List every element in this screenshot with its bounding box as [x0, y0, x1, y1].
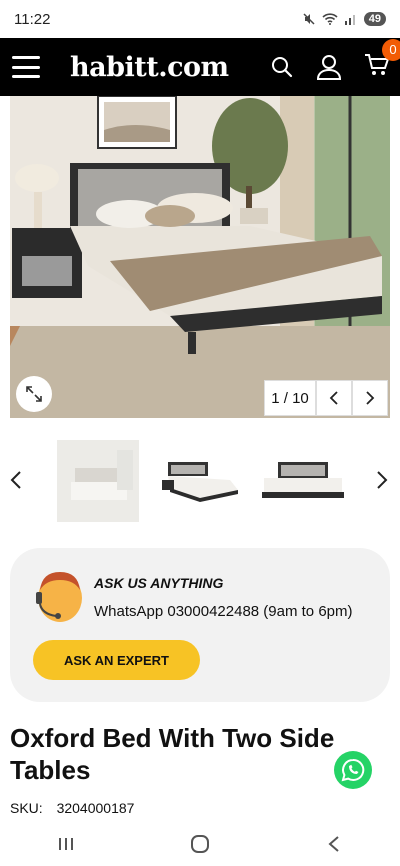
thumbnail-3[interactable]	[262, 440, 344, 522]
wifi-icon	[322, 13, 338, 25]
whatsapp-icon	[341, 758, 365, 782]
status-icons: 49	[302, 12, 386, 26]
user-icon[interactable]	[316, 54, 342, 80]
system-nav-bar	[0, 822, 400, 866]
whatsapp-fab[interactable]	[334, 751, 372, 789]
ask-us-card: ASK US ANYTHING WhatsApp 03000422488 (9a…	[10, 548, 390, 702]
chevron-left-icon	[329, 391, 338, 405]
cart-count-badge: 0	[382, 38, 400, 61]
gallery-next-button[interactable]	[352, 380, 388, 416]
sku-label: SKU:	[10, 800, 43, 816]
support-agent-icon	[36, 572, 82, 622]
status-time: 11:22	[14, 10, 51, 28]
status-bar: 11:22 49	[0, 0, 400, 38]
ask-title: ASK US ANYTHING	[94, 575, 224, 591]
search-icon[interactable]	[270, 55, 294, 79]
thumbnail-strip	[0, 438, 400, 524]
thumbnail-2[interactable]	[160, 440, 242, 522]
thumbnail-1[interactable]	[57, 440, 139, 522]
header-actions: 0	[270, 38, 400, 82]
sku-value: 3204000187	[56, 800, 135, 816]
chevron-left-icon	[10, 471, 21, 489]
thumbs-next-button[interactable]	[372, 468, 392, 492]
gallery-prev-button[interactable]	[316, 380, 352, 416]
cart-button[interactable]: 0	[364, 38, 400, 82]
bedroom-photo	[10, 96, 390, 418]
battery-indicator: 49	[363, 12, 386, 26]
zoom-button[interactable]	[16, 376, 52, 412]
site-logo[interactable]: habitt.com	[70, 52, 229, 83]
gallery-controls: 1 / 10	[264, 380, 388, 416]
gallery-counter: 1 / 10	[264, 380, 316, 416]
chevron-right-icon	[366, 391, 375, 405]
site-header: habitt.com 0	[0, 38, 400, 96]
menu-icon[interactable]	[12, 56, 40, 78]
ask-expert-button[interactable]: ASK AN EXPERT	[33, 640, 200, 680]
mute-icon	[303, 13, 315, 25]
home-icon[interactable]	[189, 833, 211, 855]
whatsapp-contact[interactable]: WhatsApp 03000422488 (9am to 6pm)	[94, 603, 353, 620]
signal-icon	[344, 15, 355, 25]
product-title: Oxford Bed With Two Side Tables	[10, 723, 335, 785]
back-icon[interactable]	[324, 834, 344, 854]
expand-icon	[26, 386, 42, 402]
thumbs-prev-button[interactable]	[6, 468, 26, 492]
sku: SKU: 3204000187	[10, 800, 134, 816]
product-main-image[interactable]: 1 / 10	[10, 96, 390, 418]
recent-apps-icon[interactable]	[56, 834, 76, 854]
chevron-right-icon	[377, 471, 388, 489]
